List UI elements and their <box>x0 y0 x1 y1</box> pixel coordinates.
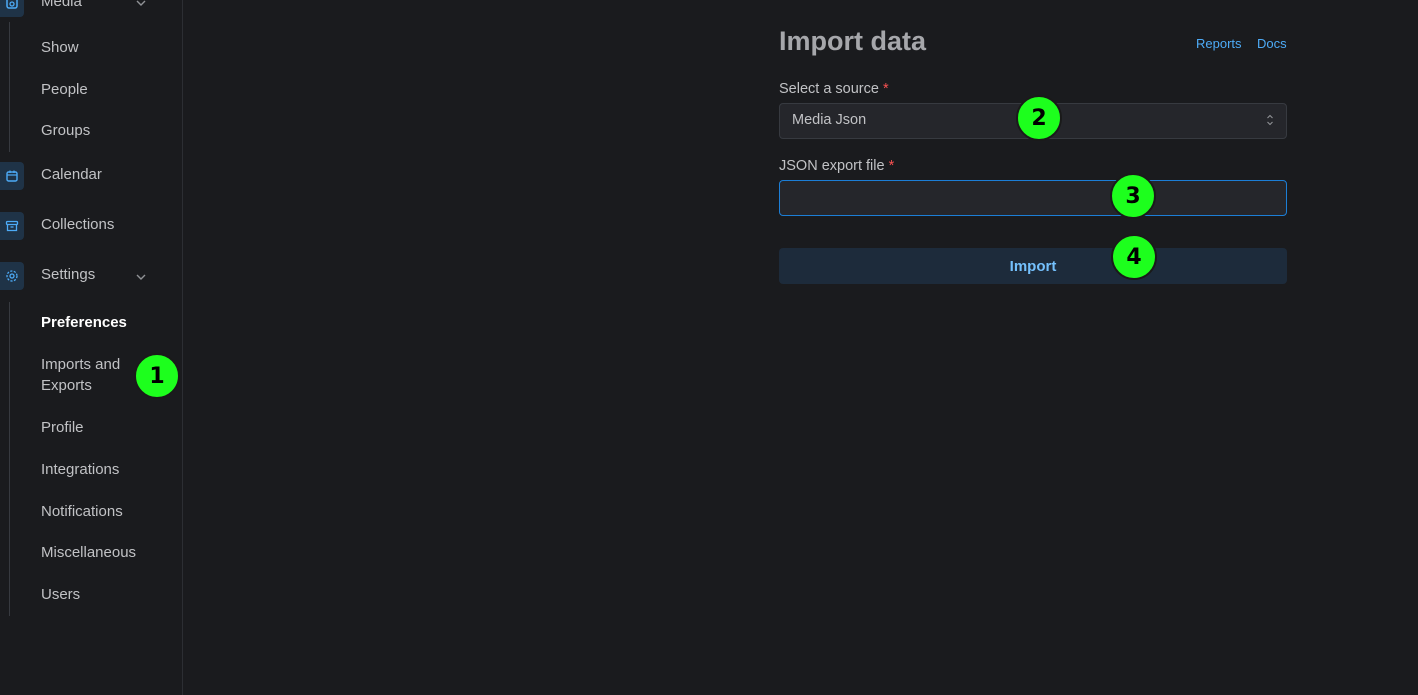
marker-1: 1 <box>134 353 180 399</box>
nav-media-label: Media <box>41 0 82 10</box>
sidebar-item-preferences[interactable]: Preferences <box>41 312 127 333</box>
sidebar-item-integrations[interactable]: Integrations <box>41 459 119 480</box>
marker-4: 4 <box>1111 234 1157 280</box>
nav-settings[interactable]: Settings <box>0 259 182 293</box>
nav-collections-label: Collections <box>41 216 115 233</box>
reports-link[interactable]: Reports <box>1196 36 1242 51</box>
required-mark: * <box>882 81 889 97</box>
source-select-value: Media Json <box>792 112 867 128</box>
nav-collections[interactable]: Collections <box>0 209 182 243</box>
gear-icon <box>0 262 24 290</box>
nav-settings-label: Settings <box>41 266 96 283</box>
sidebar-item-imports-and-exports[interactable]: Imports and Exports <box>41 354 141 396</box>
source-label-text: Select a source <box>779 81 879 97</box>
chevron-down-icon <box>136 0 146 6</box>
chevron-up-down-icon <box>1267 114 1273 126</box>
sidebar-item-people[interactable]: People <box>41 79 88 100</box>
sidebar-item-notifications[interactable]: Notifications <box>41 501 123 522</box>
sidebar-item-profile[interactable]: Profile <box>41 417 84 438</box>
marker-3: 3 <box>1110 173 1156 219</box>
sidebar: Media Show People Groups Calendar Collec… <box>0 0 183 695</box>
sidebar-item-miscellaneous[interactable]: Miscellaneous <box>41 542 136 563</box>
page-title: Import data <box>779 26 927 56</box>
archive-icon <box>0 212 24 240</box>
calendar-icon <box>0 162 24 190</box>
import-button[interactable]: Import <box>779 248 1287 284</box>
sidebar-item-show[interactable]: Show <box>41 37 79 58</box>
media-icon <box>0 0 24 17</box>
settings-subnav-line <box>9 302 10 616</box>
docs-link[interactable]: Docs <box>1257 36 1287 51</box>
required-mark: * <box>888 158 895 174</box>
media-subnav-line <box>9 22 10 152</box>
chevron-down-icon <box>136 274 146 280</box>
source-label: Select a source * <box>779 81 889 97</box>
nav-media[interactable]: Media <box>0 0 182 20</box>
json-file-input[interactable] <box>779 180 1287 216</box>
nav-calendar[interactable]: Calendar <box>0 159 182 193</box>
sidebar-item-groups[interactable]: Groups <box>41 120 90 141</box>
marker-2: 2 <box>1016 95 1062 141</box>
file-label: JSON export file * <box>779 158 894 174</box>
file-label-text: JSON export file <box>779 158 885 174</box>
sidebar-item-users[interactable]: Users <box>41 584 80 605</box>
nav-calendar-label: Calendar <box>41 166 102 183</box>
